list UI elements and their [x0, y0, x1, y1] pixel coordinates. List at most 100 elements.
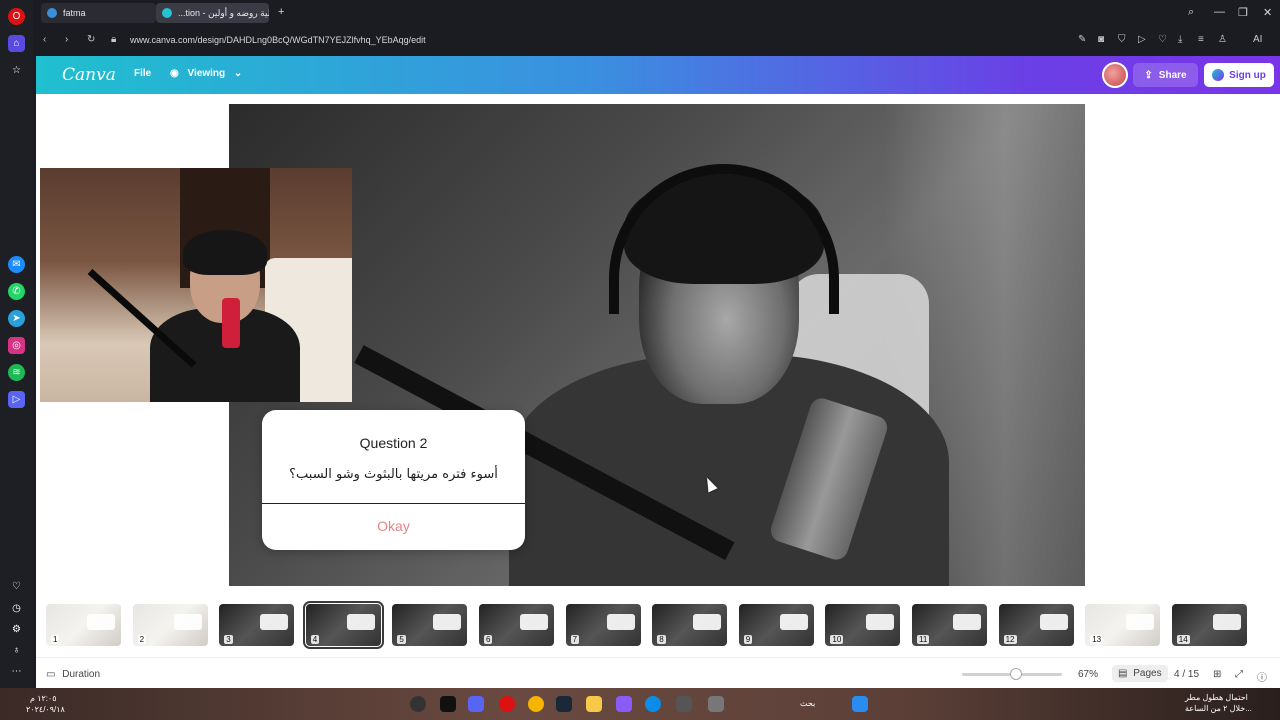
page-thumbnails: 1 2 3 4 5 6 7 8 9 10 11 12 13 14	[36, 599, 1280, 657]
thumbnail-number: 3	[224, 635, 233, 644]
steam-icon[interactable]	[556, 696, 572, 712]
opera-logo-icon[interactable]: O	[8, 8, 25, 25]
star-icon[interactable]: ☆	[8, 62, 25, 79]
close-icon[interactable]: ✕	[1263, 6, 1272, 19]
grid-view-icon[interactable]: ⊞	[1213, 669, 1221, 680]
thumbnail-card	[866, 614, 895, 630]
chrome-icon[interactable]	[528, 696, 544, 712]
webcam-can	[222, 298, 240, 348]
folder-icon[interactable]	[586, 696, 602, 712]
play-icon[interactable]: ▷	[1138, 34, 1146, 45]
home-icon[interactable]: ⌂	[8, 35, 25, 52]
app-icon[interactable]	[616, 696, 632, 712]
tab-canva[interactable]: ...tion - فعالية روضه و أولين	[156, 3, 269, 23]
edge-icon[interactable]	[645, 696, 661, 712]
thumbnail-card	[779, 614, 808, 630]
edit-icon[interactable]: ✎	[1078, 34, 1086, 45]
page-thumbnail[interactable]: 3	[219, 604, 295, 646]
player-icon[interactable]: ▷	[8, 391, 25, 408]
weather-title[interactable]: احتمال هطول مطر	[1185, 693, 1248, 702]
page-thumbnail[interactable]: 6	[479, 604, 554, 646]
pages-icon: ▤	[1118, 668, 1128, 679]
page-thumbnail[interactable]: 8	[652, 604, 728, 646]
download-icon[interactable]: ⤓	[1178, 34, 1182, 45]
messenger-icon[interactable]: ✉	[8, 256, 25, 273]
whatsapp-icon[interactable]: ✆	[8, 283, 25, 300]
page-thumbnail[interactable]: 5	[392, 604, 468, 646]
spotify-icon[interactable]: ≋	[8, 364, 25, 381]
pages-button[interactable]: ▤ Pages	[1112, 665, 1168, 682]
page-thumbnail[interactable]: 14	[1171, 604, 1247, 646]
page-thumbnail[interactable]: 13	[1085, 604, 1161, 646]
duration-button[interactable]: ▭ Duration	[46, 669, 100, 680]
profile-icon[interactable]: ♙	[1218, 34, 1227, 45]
app3-icon[interactable]	[708, 696, 724, 712]
zoom-level[interactable]: 67%	[1078, 669, 1098, 680]
windows-taskbar: ١٢:٠٥ م ٢٠٢٤/٠٩/١٨ بحث احتمال هطول مطر خ…	[0, 688, 1280, 720]
page-thumbnail[interactable]: 11	[912, 604, 987, 646]
help-icon[interactable]: ⓘ	[1257, 669, 1267, 684]
telegram-tab-icon	[47, 8, 57, 18]
okay-button[interactable]: Okay	[262, 518, 525, 534]
tab-label: ...tion - فعالية روضه و أولين	[178, 7, 269, 18]
more-icon[interactable]: ⋯	[8, 663, 25, 680]
page-thumbnail[interactable]: 2	[132, 604, 208, 646]
reload-icon[interactable]: ↻	[87, 34, 95, 45]
taskbar-search[interactable]: بحث	[800, 699, 815, 708]
page-counter: 4 / 15	[1174, 669, 1200, 680]
back-icon[interactable]: ‹	[43, 34, 46, 45]
opera-taskbar-icon[interactable]	[499, 696, 515, 712]
page-thumbnail[interactable]: 4	[302, 601, 384, 649]
page-thumbnail[interactable]: 10	[825, 604, 901, 646]
heart-icon[interactable]: ♡	[1158, 34, 1167, 45]
obs-icon[interactable]	[410, 696, 426, 712]
page-thumbnail[interactable]: 7	[565, 604, 641, 646]
page-thumbnail[interactable]: 12	[998, 604, 1074, 646]
url-field[interactable]: www.canva.com/design/DAHDLng0BcQ/WGdTN7Y…	[130, 35, 426, 45]
heart-icon[interactable]: ♡	[8, 578, 25, 595]
settings-icon[interactable]: ⚙	[8, 621, 25, 638]
pin-icon[interactable]: ♁	[8, 642, 25, 659]
question-title: Question 2	[359, 435, 428, 451]
discord-icon[interactable]	[468, 696, 484, 712]
camera-icon[interactable]: ◙	[1098, 34, 1104, 45]
page-thumbnail[interactable]: 1	[46, 604, 121, 646]
new-tab-button[interactable]: +	[278, 6, 284, 18]
canva-c-icon	[1212, 69, 1225, 81]
zoom-slider-handle[interactable]	[1010, 668, 1022, 680]
windows-start-icon[interactable]	[852, 696, 868, 712]
telegram-icon[interactable]: ➤	[8, 310, 25, 327]
thumbnail-number: 13	[1090, 635, 1104, 644]
thumbnail-card	[260, 614, 289, 630]
ai-button[interactable]: AI	[1253, 34, 1262, 45]
taskbar-time: ١٢:٠٥ م	[30, 694, 57, 703]
tab-fatma[interactable]: fatma	[41, 3, 156, 23]
tiktok-icon[interactable]	[440, 696, 456, 712]
thumbnail-number: 14	[1176, 635, 1190, 644]
bottom-bar: ▭ Duration 67% ▤ Pages 4 / 15 ⊞ ⤢ ⓘ	[36, 657, 1280, 688]
menu-icon[interactable]: ≡	[1198, 34, 1204, 45]
restore-icon[interactable]: ❐	[1238, 6, 1248, 19]
tab-label: fatma	[63, 8, 86, 18]
thumbnail-card	[1039, 614, 1068, 630]
file-menu[interactable]: File	[134, 68, 151, 79]
thumbnail-number: 4	[310, 635, 320, 644]
tab-strip: fatma ...tion - فعالية روضه و أولين + ⌕ …	[33, 0, 1280, 26]
search-tabs-icon[interactable]: ⌕	[1188, 6, 1194, 19]
fullscreen-icon[interactable]: ⤢	[1235, 669, 1243, 680]
instagram-icon[interactable]: ◎	[8, 337, 25, 354]
forward-icon[interactable]: ›	[65, 34, 68, 45]
thumbnail-number: 10	[830, 635, 844, 644]
shield-icon[interactable]: ⛉	[1118, 34, 1126, 45]
canva-header: Canva File ◉ Viewing ⌄ ⇪ Share Sign up	[36, 56, 1280, 94]
page-thumbnail[interactable]: 9	[738, 604, 814, 646]
question-text: أسوء فتره مريتها بالبثوث وشو السبب؟	[289, 467, 498, 482]
viewing-dropdown[interactable]: ◉ Viewing ⌄	[170, 68, 242, 79]
minimize-icon[interactable]: —	[1214, 6, 1225, 18]
share-button[interactable]: ⇪ Share	[1133, 63, 1198, 87]
avatar[interactable]	[1102, 62, 1128, 88]
app2-icon[interactable]	[676, 696, 692, 712]
signup-button[interactable]: Sign up	[1204, 63, 1274, 87]
history-icon[interactable]: ◷	[8, 600, 25, 617]
canva-logo[interactable]: Canva	[62, 65, 116, 85]
